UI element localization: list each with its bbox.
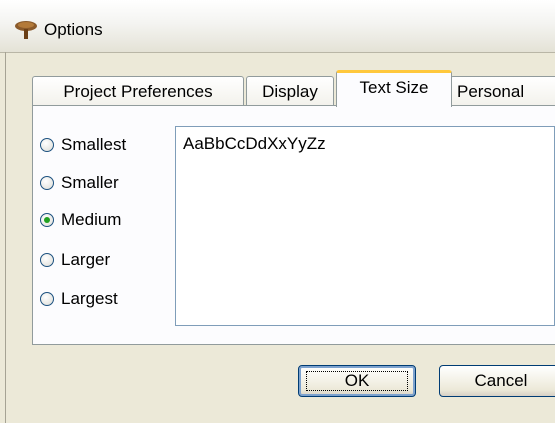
radio-label: Larger	[61, 250, 111, 269]
tab-personal[interactable]: Personal	[450, 76, 555, 105]
radio-button[interactable]	[40, 253, 54, 267]
radio-button[interactable]	[40, 176, 54, 190]
focus-ring	[306, 371, 408, 391]
radio-button[interactable]	[40, 292, 54, 306]
radio-label: Medium	[61, 210, 122, 229]
tree-icon	[15, 21, 37, 39]
radio-smaller[interactable]: Smaller	[40, 171, 119, 195]
radio-smallest[interactable]: Smallest	[40, 133, 126, 157]
radio-label: Smallest	[61, 135, 127, 154]
options-dialog: Options Project Preferences Display Text…	[0, 0, 555, 423]
radio-largest[interactable]: Largest	[40, 287, 118, 311]
radio-button-selected[interactable]	[40, 213, 54, 227]
radio-label: Smaller	[61, 173, 119, 192]
radio-medium[interactable]: Medium	[40, 208, 121, 232]
title-bar[interactable]: Options	[0, 0, 555, 53]
radio-label: Largest	[61, 289, 118, 308]
tab-display[interactable]: Display	[246, 76, 334, 105]
cancel-button[interactable]: Cancel	[439, 365, 555, 397]
window-title: Options	[44, 20, 103, 39]
ok-button[interactable]: OK	[298, 365, 416, 397]
tab-project-preferences[interactable]: Project Preferences	[32, 76, 244, 105]
radio-larger[interactable]: Larger	[40, 248, 110, 272]
radio-button[interactable]	[40, 138, 54, 152]
window-frame-edge	[5, 52, 6, 423]
text-size-preview: AaBbCcDdXxYyZz	[175, 126, 555, 326]
tab-text-size[interactable]: Text Size	[336, 70, 452, 107]
tab-strip: Project Preferences Display Text Size Pe…	[32, 70, 555, 107]
preview-sample-text: AaBbCcDdXxYyZz	[183, 134, 326, 153]
